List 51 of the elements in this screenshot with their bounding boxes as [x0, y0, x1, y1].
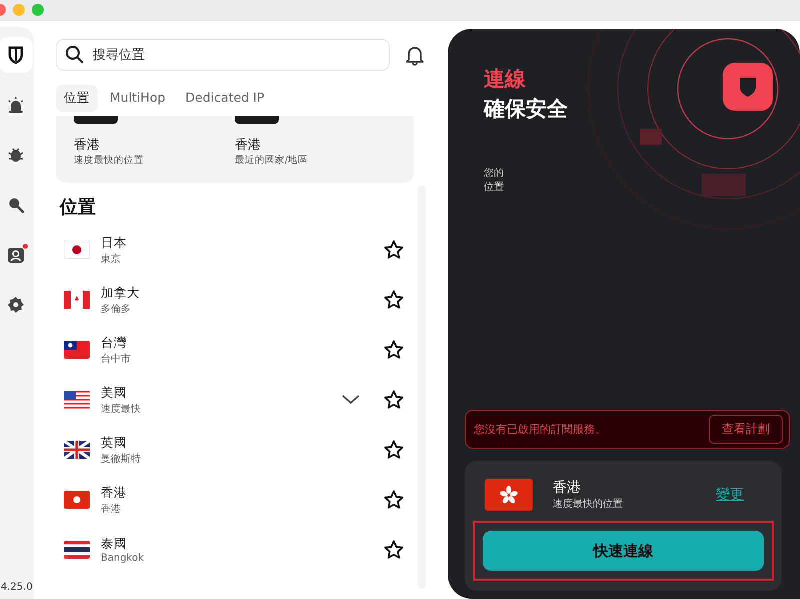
tab[interactable]: MultiHop — [102, 85, 174, 112]
view-plans-button[interactable]: 查看計劃 — [709, 415, 783, 444]
shield-icon — [8, 46, 24, 64]
version-label: 4.25.0 — [1, 582, 33, 593]
nav-button[interactable] — [0, 37, 33, 73]
star-icon[interactable] — [384, 290, 404, 310]
country-name[interactable]: 美國 — [101, 384, 342, 402]
notification-dot — [23, 244, 28, 249]
status-title: 確保安全 — [484, 96, 568, 123]
change-location-link[interactable]: 變更 — [716, 486, 744, 504]
location-subtitle: 速度最快的位置 — [74, 154, 145, 167]
status-accent-title: 連線 — [484, 66, 526, 93]
star-icon[interactable] — [384, 490, 404, 510]
section-heading: 位置 — [60, 196, 97, 219]
location-name[interactable]: 香港 — [74, 136, 235, 154]
tab[interactable]: Dedicated IP — [178, 85, 273, 112]
city-name: 曼徹斯特 — [101, 452, 142, 466]
search-field[interactable]: 搜尋位置 — [56, 39, 390, 71]
settings-icon — [7, 296, 25, 314]
star-icon[interactable] — [384, 540, 404, 560]
country-name[interactable]: 加拿大 — [101, 284, 384, 302]
city-name: 香港 — [101, 502, 122, 516]
city-name: 多倫多 — [101, 302, 132, 316]
location-subtitle: 速度最快的位置 — [553, 498, 624, 511]
notification-bell-icon[interactable] — [404, 44, 426, 66]
star-icon[interactable] — [384, 240, 404, 260]
location-name[interactable]: 香港 — [235, 136, 396, 154]
star-icon[interactable] — [384, 340, 404, 360]
country-name[interactable]: 英國 — [101, 434, 384, 452]
city-name: Bangkok — [101, 553, 146, 564]
alert-message: 您沒有已啟用的訂閱服務。 — [474, 422, 606, 437]
bug-icon — [7, 146, 25, 164]
star-icon[interactable] — [384, 390, 404, 410]
chevron-down-icon[interactable] — [342, 395, 360, 405]
star-icon[interactable] — [384, 440, 404, 460]
tab[interactable]: 位置 — [56, 85, 98, 112]
location-subtitle: 最近的國家/地區 — [235, 154, 310, 167]
country-name[interactable]: 日本 — [101, 234, 384, 252]
account-icon — [7, 246, 25, 264]
location-name: 香港 — [553, 479, 582, 497]
your-location-label: 您的位置 — [484, 167, 504, 195]
app-logo-icon — [723, 63, 773, 111]
country-name[interactable]: 泰國 — [101, 536, 384, 553]
quick-connect-button[interactable]: 快速連線 — [483, 531, 764, 571]
country-name[interactable]: 台灣 — [101, 334, 384, 352]
country-name[interactable]: 香港 — [101, 484, 384, 502]
alarm-light-icon — [7, 96, 25, 114]
search-icon — [7, 196, 25, 214]
city-name: 東京 — [101, 252, 122, 266]
city-name: 台中市 — [101, 352, 132, 366]
city-name: 速度最快 — [101, 402, 142, 416]
